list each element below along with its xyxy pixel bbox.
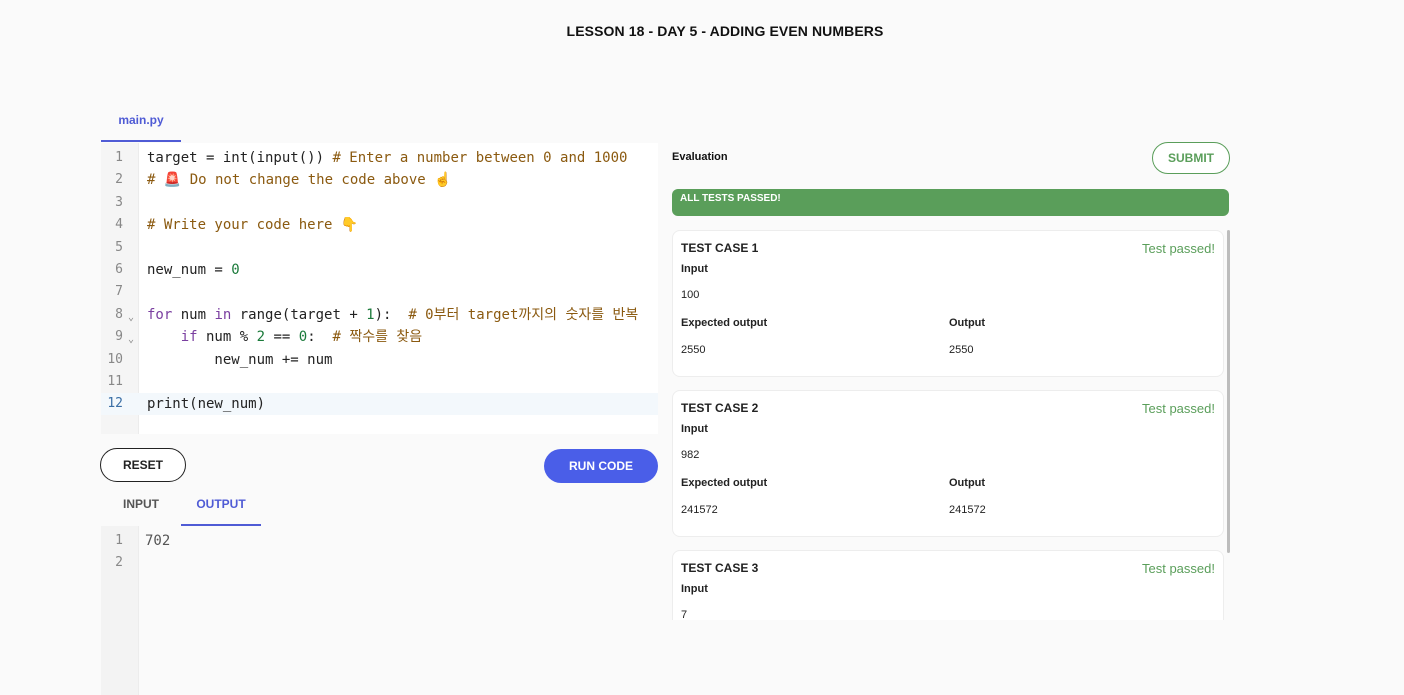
tab-input[interactable]: INPUT [101,495,181,526]
input-value: 100 [681,289,700,301]
output-line: 2 [101,552,658,574]
input-label: Input [681,423,708,435]
line-number: 5 [115,239,123,255]
line-number: 2 [115,555,123,570]
page-title: LESSON 18 - DAY 5 - ADDING EVEN NUMBERS [566,23,884,39]
test-case-card: TEST CASE 2 Test passed! Input 982 Expec… [672,390,1224,537]
test-case-status: Test passed! [1142,561,1215,576]
test-case-status: Test passed! [1142,241,1215,256]
evaluation-label: Evaluation [672,151,728,163]
expected-output-value: 241572 [681,504,718,516]
output-label: Output [949,317,986,329]
code-text: for num in range(target + 1): # 0부터 targ… [147,306,639,323]
expected-output-label: Expected output [681,317,768,329]
input-label: Input [681,583,708,595]
code-text: new_num += num [147,351,333,368]
output-label: Output [949,477,986,489]
input-value: 7 [681,609,688,620]
code-text: if num % 2 == 0: # 짝수를 찾음 [180,329,423,346]
line-number: 12 [107,396,123,412]
output-value: 241572 [949,504,986,516]
code-text: # 🚨 Do not change the code above ☝️ [147,172,452,189]
test-case-title: TEST CASE 3 [681,561,759,575]
line-number: 1 [115,533,123,548]
code-line[interactable]: 2 # 🚨 Do not change the code above ☝️ [101,169,658,191]
code-text: print(new_num) [147,396,266,413]
code-text: # Write your code here 👇 [147,217,359,234]
code-line[interactable]: 1 target = int(input()) # Enter a number … [101,147,658,169]
code-line[interactable]: 11 [101,371,658,393]
test-case-card: TEST CASE 3 Test passed! Input 7 [672,550,1224,620]
all-tests-passed-banner: ALL TESTS PASSED! [672,189,1229,216]
test-cases-list[interactable]: TEST CASE 1 Test passed! Input 100 Expec… [672,230,1232,620]
line-number: 10 [107,351,123,367]
tab-output[interactable]: OUTPUT [181,495,261,526]
code-editor[interactable]: 1 target = int(input()) # Enter a number … [101,143,658,434]
input-label: Input [681,263,708,275]
test-case-status: Test passed! [1142,401,1215,416]
code-line[interactable]: 6 new_num = 0 [101,259,658,281]
input-value: 982 [681,449,700,461]
code-line[interactable]: 3 [101,192,658,214]
code-line[interactable]: 7 [101,281,658,303]
code-text: new_num = 0 [147,262,240,278]
line-number: 11 [107,374,123,389]
code-line[interactable]: 4 # Write your code here 👇 [101,214,658,236]
output-line: 1 702 [101,530,658,552]
test-case-card: TEST CASE 1 Test passed! Input 100 Expec… [672,230,1224,377]
run-code-button[interactable]: RUN CODE [544,449,658,483]
test-case-title: TEST CASE 2 [681,401,759,415]
submit-button[interactable]: SUBMIT [1152,142,1230,174]
expected-output-value: 2550 [681,344,706,356]
line-number: 6 [115,262,123,277]
output-panel: 1 702 2 [101,526,658,695]
line-number: 8 [115,306,123,322]
line-number: 2 [115,172,123,188]
line-number: 9 [115,329,123,345]
line-number: 1 [115,150,123,165]
output-text: 702 [145,533,171,549]
test-cases-scrollbar[interactable] [1227,230,1230,553]
line-number: 3 [115,194,123,210]
output-value: 2550 [949,344,974,356]
test-case-title: TEST CASE 1 [681,241,759,255]
code-line[interactable]: 9 ⌄ if num % 2 == 0: # 짝수를 찾음 [101,326,658,348]
code-line[interactable]: 10 new_num += num [101,349,658,371]
reset-button[interactable]: RESET [100,448,186,482]
code-line[interactable]: 12 print(new_num) [101,393,658,416]
line-number: 4 [115,217,123,233]
code-line[interactable]: 5 [101,237,658,259]
tab-main-py[interactable]: main.py [101,111,181,142]
code-text: target = int(input()) # Enter a number b… [147,150,628,166]
code-line[interactable]: 8 ⌄ for num in range(target + 1): # 0부터 ta… [101,304,658,326]
line-number: 7 [115,284,123,300]
expected-output-label: Expected output [681,477,768,489]
